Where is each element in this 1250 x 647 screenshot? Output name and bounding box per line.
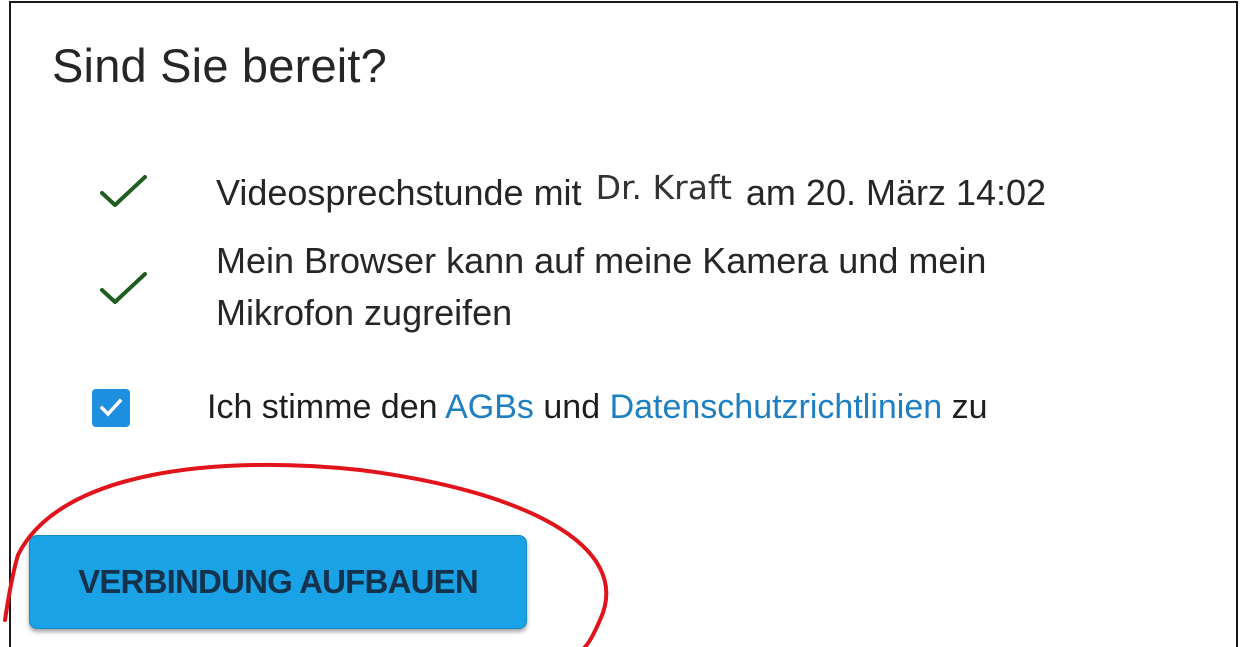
consent-prefix: Ich stimme den (207, 388, 438, 426)
consent-suffix: zu (951, 388, 988, 426)
checkmark-icon (100, 175, 147, 207)
terms-link[interactable]: AGBs (445, 388, 534, 426)
appointment-text: Videosprechstunde mit Dr. Kraft am 20. Mär… (216, 168, 1047, 217)
check-item-browser (98, 268, 150, 308)
browser-permission-line1: Mein Browser kann auf meine Kamera und m… (216, 240, 987, 281)
appointment-date: am 20. März 14:02 (745, 172, 1047, 213)
connect-button[interactable]: VERBINDUNG AUFBAUEN (29, 535, 527, 629)
check-item-appointment (98, 171, 150, 211)
browser-permission-line2: Mikrofon zugreifen (216, 292, 513, 333)
browser-permission-text: Mein Browser kann auf meine Kamera und m… (216, 238, 986, 336)
checkmark-icon (100, 272, 147, 304)
consent-checkbox[interactable] (92, 389, 130, 427)
page-title: Sind Sie bereit? (52, 39, 388, 92)
appointment-label: Videosprechstunde mit (216, 172, 582, 213)
privacy-policy-link[interactable]: Datenschutzrichtlinien (610, 388, 943, 426)
consent-and: und (543, 388, 601, 426)
doctor-name: Dr. Kraft (595, 168, 732, 207)
checkbox-check-icon (99, 398, 123, 417)
consent-text: Ich stimme den AGBs und Datenschutzricht… (207, 384, 988, 430)
